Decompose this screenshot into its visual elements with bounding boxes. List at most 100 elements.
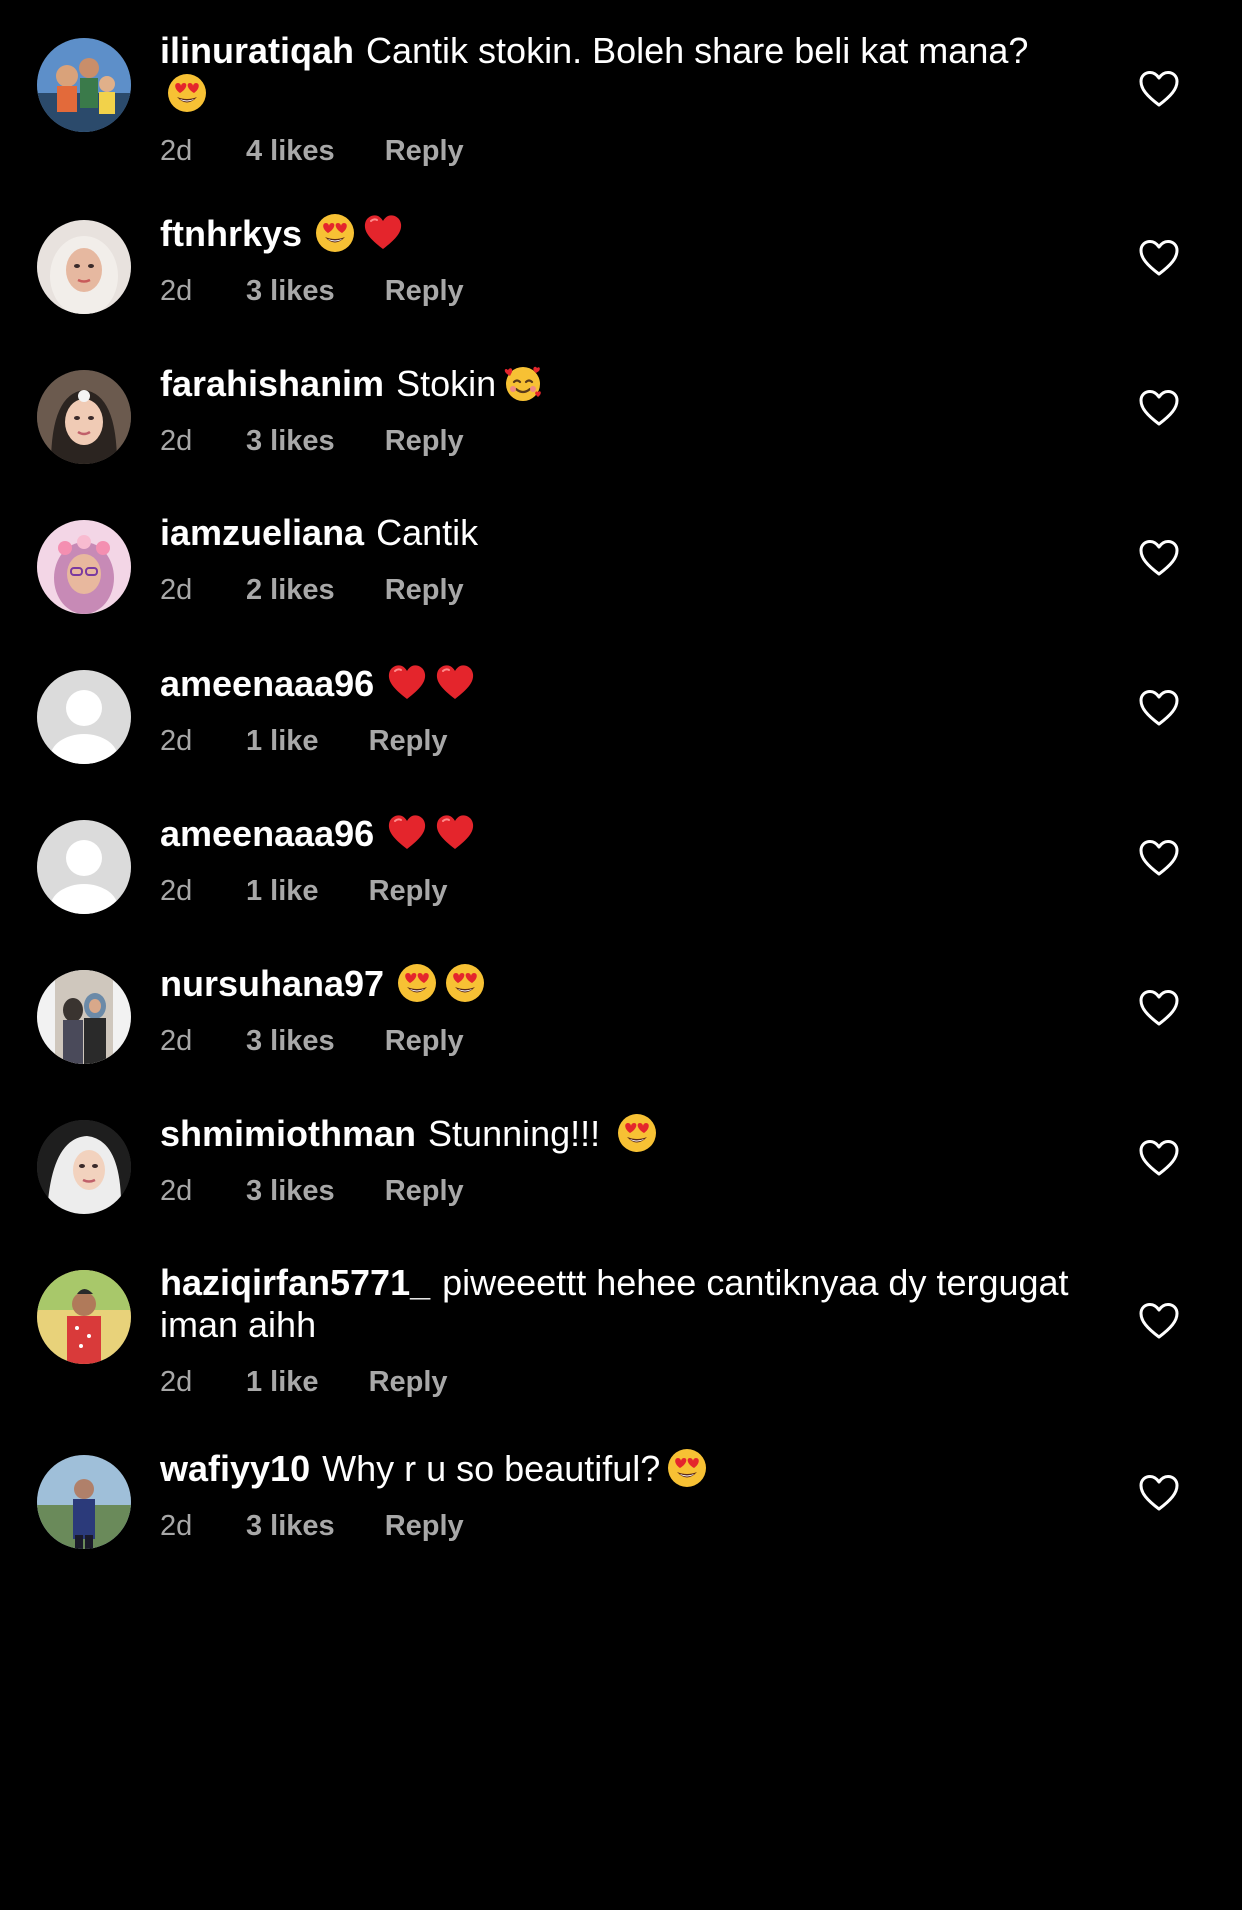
like-heart-icon[interactable] (1138, 238, 1180, 278)
heart-eyes-emoji (314, 212, 356, 254)
reply-button[interactable]: Reply (385, 423, 464, 459)
heart-eyes-emoji (166, 72, 208, 114)
username-link[interactable]: shmimiothman (160, 1113, 416, 1154)
comment-text-line: wafiyy10 Why r u so beautiful? (160, 1447, 1080, 1490)
comment-text-line: ameenaaa96 (160, 812, 1080, 855)
avatar[interactable] (37, 1270, 131, 1364)
likes-count-link[interactable]: 3 likes (246, 1023, 335, 1059)
comment-body: haziqirfan5771_ piweeettt hehee cantiknya… (160, 1262, 1080, 1400)
comment-meta: 2d 3 likes Reply (160, 273, 1080, 309)
username-link[interactable]: wafiyy10 (160, 1448, 310, 1489)
red-heart-emoji (362, 212, 404, 254)
timestamp: 2d (160, 275, 193, 307)
comment-text-line: iamzueliana Cantik (160, 512, 1080, 554)
comment-meta: 2d 1 like Reply (160, 723, 1080, 759)
username-link[interactable]: ameenaaa96 (160, 663, 374, 704)
comment-text: Cantik stokin. Boleh share beli kat mana… (366, 30, 1029, 71)
comment-meta: 2d 3 likes Reply (160, 1508, 1080, 1544)
reply-button[interactable]: Reply (385, 1173, 464, 1209)
username-link[interactable]: ftnhrkys (160, 213, 302, 254)
reply-button[interactable]: Reply (385, 1023, 464, 1059)
reply-button[interactable]: Reply (369, 1364, 448, 1400)
avatar[interactable] (37, 970, 131, 1064)
like-heart-icon[interactable] (1138, 69, 1180, 109)
like-heart-icon[interactable] (1138, 1301, 1180, 1341)
username-link[interactable]: ameenaaa96 (160, 813, 374, 854)
smiling-face-with-hearts-emoji (502, 362, 544, 404)
comment-meta: 2d 1 like Reply (160, 1364, 1080, 1400)
comment-text: Cantik (376, 512, 479, 553)
comment-body: shmimiothman Stunning!!! 2d 3 likes Reply (160, 1112, 1080, 1209)
comment-text-line: nursuhana97 (160, 962, 1080, 1005)
heart-eyes-emoji (666, 1447, 708, 1489)
username-link[interactable]: nursuhana97 (160, 963, 384, 1004)
like-heart-icon[interactable] (1138, 388, 1180, 428)
heart-eyes-emoji (396, 962, 438, 1004)
timestamp: 2d (160, 425, 193, 457)
like-heart-icon[interactable] (1138, 838, 1180, 878)
comment-meta: 2d 3 likes Reply (160, 1023, 1080, 1059)
avatar[interactable] (37, 820, 131, 914)
comment-text: Stunning!!! (428, 1113, 611, 1154)
username-link[interactable]: haziqirfan5771_ (160, 1262, 430, 1303)
username-link[interactable]: farahishanim (160, 363, 384, 404)
timestamp: 2d (160, 1175, 193, 1207)
comment-body: ameenaaa96 2d 1 like Reply (160, 812, 1080, 909)
heart-eyes-emoji (444, 962, 486, 1004)
username-link[interactable]: iamzueliana (160, 512, 364, 553)
username-link[interactable]: ilinuratiqah (160, 30, 354, 71)
avatar[interactable] (37, 670, 131, 764)
comment-body: wafiyy10 Why r u so beautiful? 2d 3 likes Re… (160, 1447, 1080, 1544)
comment-body: nursuhana97 2d 3 likes Reply (160, 962, 1080, 1059)
likes-count-link[interactable]: 3 likes (246, 273, 335, 309)
reply-button[interactable]: Reply (369, 873, 448, 909)
comment-body: ftnhrkys 2d 3 likes Reply (160, 212, 1080, 309)
likes-count-link[interactable]: 2 likes (246, 572, 335, 608)
likes-count-link[interactable]: 1 like (246, 873, 319, 909)
red-heart-emoji (434, 662, 476, 704)
likes-count-link[interactable]: 1 like (246, 1364, 319, 1400)
comment-text-line: farahishanim Stokin (160, 362, 1080, 405)
reply-button[interactable]: Reply (385, 133, 464, 169)
likes-count-link[interactable]: 3 likes (246, 1508, 335, 1544)
timestamp: 2d (160, 725, 193, 757)
timestamp: 2d (160, 875, 193, 907)
avatar[interactable] (37, 220, 131, 314)
comment-list: ilinuratiqah Cantik stokin. Boleh share b… (0, 0, 1242, 1910)
avatar[interactable] (37, 1120, 131, 1214)
comment-text-line: ftnhrkys (160, 212, 1080, 255)
comment-text: Why r u so beautiful? (322, 1448, 661, 1489)
like-heart-icon[interactable] (1138, 988, 1180, 1028)
comment-text: Stokin (396, 363, 497, 404)
timestamp: 2d (160, 1366, 193, 1398)
comment-text-line: ameenaaa96 (160, 662, 1080, 705)
likes-count-link[interactable]: 3 likes (246, 1173, 335, 1209)
reply-button[interactable]: Reply (385, 1508, 464, 1544)
like-heart-icon[interactable] (1138, 1138, 1180, 1178)
like-heart-icon[interactable] (1138, 688, 1180, 728)
comment-meta: 2d 4 likes Reply (160, 133, 1080, 169)
avatar[interactable] (37, 520, 131, 614)
red-heart-emoji (434, 812, 476, 854)
like-heart-icon[interactable] (1138, 538, 1180, 578)
red-heart-emoji (386, 812, 428, 854)
likes-count-link[interactable]: 1 like (246, 723, 319, 759)
like-heart-icon[interactable] (1138, 1473, 1180, 1513)
comment-text-line: haziqirfan5771_ piweeettt hehee cantiknya… (160, 1262, 1080, 1346)
reply-button[interactable]: Reply (369, 723, 448, 759)
comment-meta: 2d 3 likes Reply (160, 423, 1080, 459)
avatar[interactable] (37, 1455, 131, 1549)
avatar[interactable] (37, 370, 131, 464)
comment-meta: 2d 1 like Reply (160, 873, 1080, 909)
red-heart-emoji (386, 662, 428, 704)
comment-text-line: ilinuratiqah Cantik stokin. Boleh share b… (160, 30, 1080, 115)
comment-body: ilinuratiqah Cantik stokin. Boleh share b… (160, 30, 1080, 169)
timestamp: 2d (160, 1510, 193, 1542)
comment-meta: 2d 2 likes Reply (160, 572, 1080, 608)
avatar[interactable] (37, 38, 131, 132)
reply-button[interactable]: Reply (385, 273, 464, 309)
reply-button[interactable]: Reply (385, 572, 464, 608)
likes-count-link[interactable]: 3 likes (246, 423, 335, 459)
timestamp: 2d (160, 574, 193, 606)
likes-count-link[interactable]: 4 likes (246, 133, 335, 169)
